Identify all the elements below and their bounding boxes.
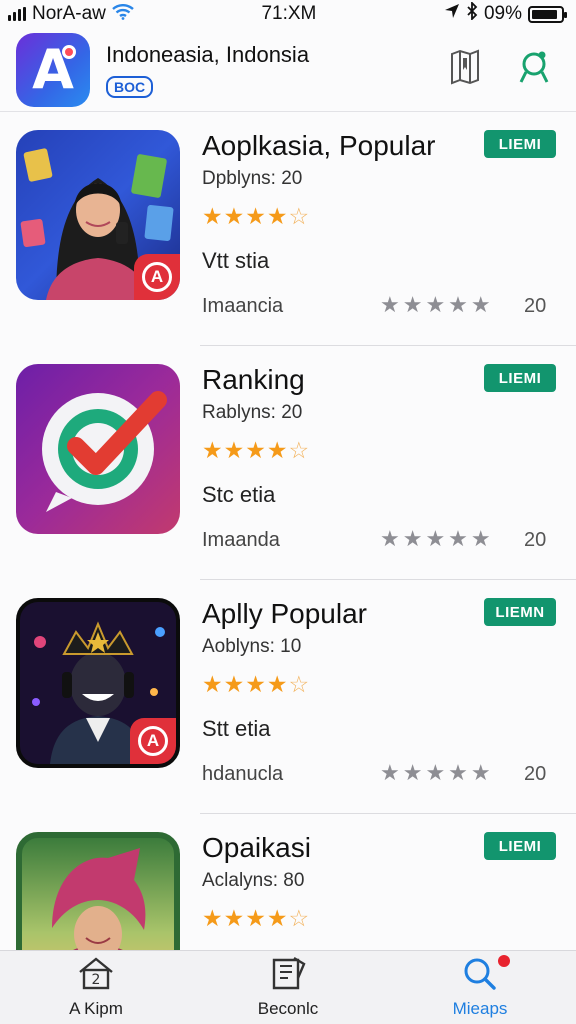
app-category: Imaanda xyxy=(202,529,280,551)
app-name: Opaikasi xyxy=(202,832,311,863)
badge-letter: A xyxy=(138,726,168,756)
star-filled-icon: ★ xyxy=(266,204,289,230)
tab-search[interactable]: Mieaps xyxy=(384,951,576,1024)
star-filled-icon: ★ xyxy=(223,438,246,464)
carrier-name: NorA‑aw xyxy=(32,3,106,24)
app-rating: ★★★★☆ xyxy=(202,906,310,932)
get-button[interactable]: LIEMN xyxy=(484,598,556,626)
star-filled-icon: ★ xyxy=(266,906,289,932)
star-filled-icon: ★ xyxy=(245,672,267,698)
app-status: Vtt stia xyxy=(202,248,270,273)
location-icon xyxy=(444,3,460,25)
app-status: Stt etia xyxy=(202,716,271,741)
star-filled-icon: ★ xyxy=(266,672,289,698)
app-thumbnail[interactable]: A xyxy=(16,598,180,768)
app-rating: ★★★★☆ xyxy=(202,672,310,698)
notification-dot xyxy=(498,955,510,967)
star-filled-icon: ★ xyxy=(223,204,246,230)
header: A Indoneasia, Indonsia BOC xyxy=(0,28,576,112)
star-filled-icon: ★ xyxy=(223,906,246,932)
app-badge: A xyxy=(134,254,180,300)
app-rating: ★★★★☆ xyxy=(202,204,310,230)
star-filled-icon: ★ xyxy=(202,672,224,698)
battery-icon xyxy=(527,5,567,23)
app-downloads: Rablyns: 20 xyxy=(202,402,303,423)
app-card-1[interactable]: A Aoplkasia, Popular Dpblyns: 20 ★★★★☆ V… xyxy=(0,112,576,346)
wifi-icon xyxy=(112,3,134,25)
battery-percent: 09% xyxy=(483,3,522,24)
tab-bookmarks[interactable]: Beconlc xyxy=(192,951,384,1024)
app-name: Aplly Popular xyxy=(202,598,367,629)
app-logo[interactable]: A xyxy=(16,32,90,107)
app-store-screen: NorA‑aw 71:XM 09% A Indoneasia, Indonsia… xyxy=(0,0,576,1024)
svg-text:2: 2 xyxy=(92,972,101,988)
bluetooth-icon xyxy=(466,0,478,26)
star-filled-icon: ★ xyxy=(245,906,267,932)
get-button[interactable]: LIEMI xyxy=(484,130,556,158)
check-bubble-icon xyxy=(42,391,167,512)
app-downloads: Aoblyns: 10 xyxy=(202,636,302,657)
tab-label: A Kipm xyxy=(69,999,123,1018)
review-stars: ★★★★★ xyxy=(380,293,494,318)
search-icon xyxy=(460,956,500,995)
clock: 71:XM xyxy=(261,3,317,24)
app-card-3[interactable]: A Aplly Popular Aoblyns: 10 ★★★★☆ Stt et… xyxy=(0,580,576,814)
review-count: 20 xyxy=(524,763,547,785)
app-category: Imaancia xyxy=(202,295,284,317)
tab-label: Mieaps xyxy=(452,999,508,1018)
badge-letter: A xyxy=(142,262,172,292)
review-stars: ★★★★★ xyxy=(380,761,494,786)
star-empty-icon: ☆ xyxy=(288,672,311,698)
star-filled-icon: ★ xyxy=(202,204,224,230)
star-filled-icon: ★ xyxy=(266,438,289,464)
app-thumbnail[interactable] xyxy=(16,364,180,534)
star-filled-icon: ★ xyxy=(245,204,267,230)
star-empty-icon: ☆ xyxy=(288,204,311,230)
app-downloads: Dpblyns: 20 xyxy=(202,168,303,189)
tab-label: Beconlc xyxy=(257,999,319,1018)
star-empty-icon: ☆ xyxy=(288,906,311,932)
app-status: Stc etia xyxy=(202,482,276,507)
get-button[interactable]: LIEMI xyxy=(484,364,556,392)
star-empty-icon: ☆ xyxy=(288,438,311,464)
logo-dot xyxy=(62,44,76,59)
app-name: Ranking xyxy=(202,364,305,395)
region-title: Indoneasia, Indonsia xyxy=(106,41,310,67)
review-count: 20 xyxy=(524,529,547,551)
app-thumbnail[interactable]: A xyxy=(16,130,180,300)
location-pin-icon[interactable] xyxy=(516,48,552,91)
star-filled-icon: ★ xyxy=(202,906,224,932)
get-button[interactable]: LIEMI xyxy=(484,832,556,860)
review-count: 20 xyxy=(524,295,547,317)
home-icon: 2 xyxy=(76,956,116,995)
app-name: Aoplkasia, Popular xyxy=(202,130,436,161)
bookmark-icon[interactable] xyxy=(448,48,482,91)
star-filled-icon: ★ xyxy=(245,438,267,464)
star-filled-icon: ★ xyxy=(202,438,224,464)
status-bar: NorA‑aw 71:XM 09% xyxy=(0,0,576,28)
tab-home[interactable]: 2 A Kipm xyxy=(0,951,192,1024)
region-badge[interactable]: BOC xyxy=(106,75,154,98)
signal-icon xyxy=(8,7,26,21)
star-filled-icon: ★ xyxy=(223,672,246,698)
app-downloads: Aclalyns: 80 xyxy=(202,870,305,891)
tab-bar: 2 A Kipm Beconlc Mieaps xyxy=(0,950,576,1024)
bookmark-list-icon xyxy=(268,956,308,995)
review-stars: ★★★★★ xyxy=(380,527,494,552)
app-rating: ★★★★☆ xyxy=(202,438,310,464)
app-category: hdanucla xyxy=(202,763,284,785)
app-card-2[interactable]: Ranking Rablyns: 20 ★★★★☆ Stc etia Imaan… xyxy=(0,346,576,580)
app-badge: A xyxy=(130,718,176,764)
